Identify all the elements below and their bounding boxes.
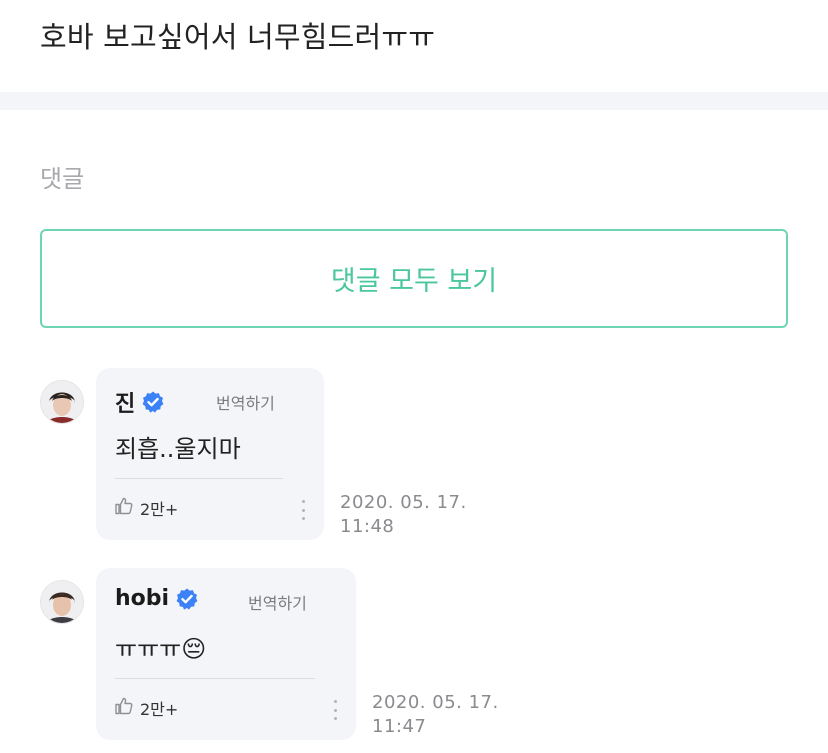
thumbs-up-icon	[114, 696, 134, 720]
more-vertical-icon[interactable]	[298, 500, 308, 520]
verified-check-icon	[141, 390, 165, 414]
comment-bubble: 진 번역하기 죄흡..울지마 2만+	[96, 368, 324, 540]
comments-title: 댓글	[40, 165, 85, 193]
comment-date: 2020. 05. 17.	[372, 692, 499, 713]
comment-author[interactable]: 진	[115, 386, 165, 418]
translate-button[interactable]: 번역하기	[248, 590, 307, 614]
author-name: 진	[115, 392, 136, 417]
like-button[interactable]: 2만+	[114, 496, 178, 520]
author-name: hobi	[115, 586, 170, 611]
comment-item: hobi 번역하기 ㅠㅠㅠ😔 2만+ 2020. 05. 17. 11:47	[40, 568, 540, 740]
comment-item: 진 번역하기 죄흡..울지마 2만+ 2020. 05. 17. 11:48	[40, 368, 500, 540]
comment-timestamp: 2020. 05. 17. 11:47	[372, 691, 499, 739]
comment-timestamp: 2020. 05. 17. 11:48	[340, 491, 467, 539]
comment-divider	[115, 478, 283, 479]
like-button[interactable]: 2만+	[114, 696, 178, 720]
verified-check-icon	[175, 587, 199, 611]
avatar[interactable]	[40, 380, 84, 424]
post-text: 호바 보고싶어서 너무힘드러ㅠㅠ	[40, 20, 436, 54]
comment-date: 2020. 05. 17.	[340, 492, 467, 513]
comment-text: 죄흡..울지마	[115, 435, 241, 463]
view-all-comments-button[interactable]: 댓글 모두 보기	[40, 229, 788, 328]
comment-text: ㅠㅠㅠ😔	[115, 635, 207, 663]
translate-button[interactable]: 번역하기	[216, 390, 275, 414]
comment-bubble: hobi 번역하기 ㅠㅠㅠ😔 2만+	[96, 568, 356, 740]
comment-time: 11:47	[372, 716, 427, 737]
more-vertical-icon[interactable]	[330, 700, 340, 720]
thumbs-up-icon	[114, 496, 134, 520]
like-count: 2만+	[140, 500, 179, 519]
comment-author[interactable]: hobi	[115, 586, 199, 611]
comment-divider	[115, 678, 315, 679]
like-count: 2만+	[140, 700, 179, 719]
section-divider	[0, 92, 828, 110]
comment-time: 11:48	[340, 516, 395, 537]
avatar[interactable]	[40, 580, 84, 624]
